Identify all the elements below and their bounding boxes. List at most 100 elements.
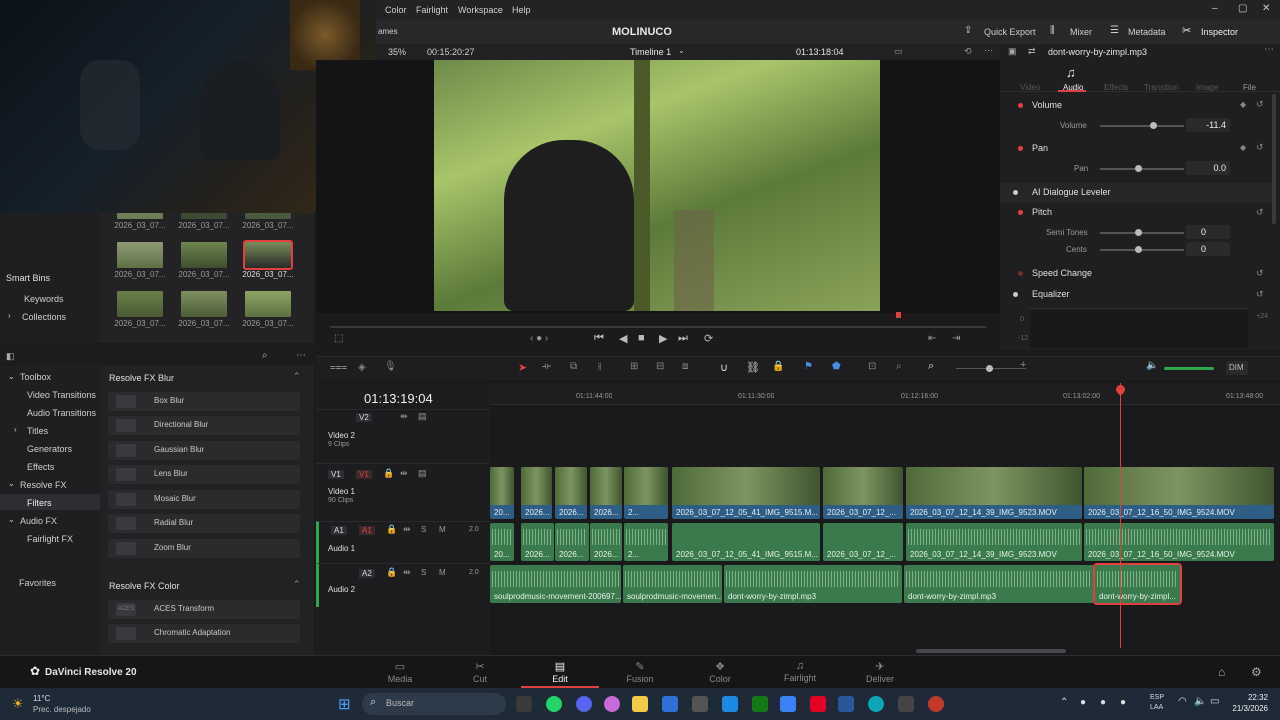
reset-icon[interactable]: ↺ — [1256, 99, 1264, 110]
video-clip[interactable]: 2... — [624, 467, 668, 519]
volume-slider-knob[interactable] — [1150, 122, 1157, 129]
audio-clip[interactable]: 2... — [624, 523, 668, 561]
mail-icon[interactable] — [780, 696, 796, 712]
audio-clip[interactable]: 2026_03_07_12_14_39_IMG_9523.MOV — [906, 523, 1082, 561]
lock-icon[interactable]: 🔒 — [386, 524, 397, 535]
zoom-fit-icon[interactable]: ⊡ — [868, 361, 876, 372]
zoom-slider-knob[interactable] — [986, 365, 993, 372]
minimize-icon[interactable]: – — [1212, 3, 1218, 14]
wifi-icon[interactable]: ◠ — [1178, 696, 1187, 707]
track-link-icon[interactable]: ⇹ — [400, 468, 408, 479]
fx-item[interactable]: Box Blur — [108, 392, 300, 411]
toolbox-item[interactable]: Toolbox — [20, 372, 51, 382]
clip-thumbnail[interactable] — [117, 242, 163, 268]
viewer-zoom[interactable]: 35% — [388, 47, 406, 57]
mark-out-icon[interactable]: ⇥ — [952, 333, 960, 344]
volume-field[interactable]: -11.4 — [1186, 118, 1230, 132]
menu-fairlight[interactable]: Fairlight — [416, 5, 448, 15]
loop-icon[interactable]: ⟲ — [964, 46, 972, 57]
outlook-icon[interactable] — [838, 696, 854, 712]
generators-item[interactable]: Generators — [27, 444, 72, 454]
timeline-scrollbar[interactable] — [916, 649, 1066, 653]
keyframe-icon[interactable]: ◆ — [1240, 143, 1246, 152]
stop-icon[interactable]: ■ — [638, 332, 645, 344]
more-options-icon[interactable]: ⋯ — [296, 350, 306, 361]
track-link-icon[interactable]: ⇹ — [403, 524, 411, 535]
snapping-icon[interactable]: ∪ — [720, 361, 728, 374]
clock-date[interactable]: 21/3/2026 — [1218, 704, 1268, 713]
store-icon[interactable] — [662, 696, 678, 712]
track-id[interactable]: A2 — [359, 569, 375, 578]
audio-clip[interactable]: 20... — [490, 523, 514, 561]
selected-clip-thumbnail[interactable] — [243, 240, 293, 270]
copilot-icon[interactable] — [604, 696, 620, 712]
timeline-area[interactable]: 01:11:44:00 01:11:30:00 01:12:16:00 01:1… — [490, 383, 1280, 655]
audio-fx-item[interactable]: Audio FX — [20, 516, 57, 526]
video-transitions-item[interactable]: Video Transitions — [27, 390, 96, 400]
effects-item[interactable]: Effects — [27, 462, 54, 472]
clip-thumbnail[interactable] — [245, 291, 291, 317]
video-clip[interactable]: 2026_03_07_12_05_41_IMG_9515.M... — [672, 467, 820, 519]
speaker-icon[interactable]: 🔈 — [1146, 360, 1158, 371]
pan-field[interactable]: 0.0 — [1186, 161, 1230, 175]
video-clip[interactable]: 2026... — [521, 467, 552, 519]
blade-tool-icon[interactable]: ⫲ — [598, 361, 601, 372]
timeline-playhead[interactable] — [1120, 383, 1121, 648]
zoom-in-icon[interactable]: + — [1020, 359, 1026, 371]
go-to-end-icon[interactable]: ⏭ — [678, 332, 688, 345]
viewer-scrubber[interactable] — [330, 326, 986, 328]
link-icon[interactable]: ⛓ — [746, 361, 760, 374]
tab-image[interactable]: Image — [1196, 83, 1218, 92]
clip-thumbnail[interactable] — [181, 242, 227, 268]
lock-icon[interactable]: 🔒 — [772, 361, 784, 372]
windows-start-icon[interactable]: ⊞ — [338, 695, 351, 713]
keywords-bin[interactable]: Keywords — [24, 294, 64, 304]
semitones-slider[interactable] — [1100, 229, 1184, 236]
volume-icon[interactable]: 🔈 — [1194, 696, 1206, 707]
enable-dot[interactable] — [1013, 190, 1018, 195]
zoom-slider[interactable] — [956, 365, 1026, 372]
audio-clip[interactable]: 2026... — [521, 523, 554, 561]
app-icon[interactable] — [898, 696, 914, 712]
reset-icon[interactable]: ↺ — [1256, 142, 1264, 153]
audio-clip[interactable]: 2026_03_07_12_05_41_IMG_9515.M... — [672, 523, 820, 561]
audio-clip[interactable]: 2026_03_07_12_16_50_IMG_9524.MOV — [1084, 523, 1274, 561]
video-clip[interactable]: 2026_03_07_12_... — [823, 467, 903, 519]
clock-time[interactable]: 22:32 — [1228, 693, 1268, 702]
dynamic-trim-icon[interactable]: ⧉ — [570, 361, 577, 372]
audio-clip[interactable]: 2026_03_07_12_... — [823, 523, 903, 561]
panel-toggle-icon[interactable]: ◧ — [6, 351, 15, 362]
music-note-icon[interactable]: ♫ — [1066, 65, 1076, 80]
reset-icon[interactable]: ↺ — [1256, 207, 1264, 218]
clip-thumbnail[interactable] — [181, 213, 227, 219]
track-screen-icon[interactable]: ▤ — [418, 411, 427, 422]
menu-help[interactable]: Help — [512, 5, 531, 15]
quick-export-button[interactable]: Quick Export — [984, 27, 1036, 37]
enable-dot[interactable] — [1018, 103, 1023, 108]
video-clip[interactable]: 2026_03_07_12_16_50_IMG_9524.MOV — [1084, 467, 1274, 519]
play-icon[interactable]: ▶ — [659, 332, 667, 345]
pinterest-icon[interactable] — [810, 696, 826, 712]
fx-item[interactable]: Zoom Blur — [108, 539, 300, 558]
davinci-resolve-icon[interactable] — [928, 696, 944, 712]
tab-video[interactable]: Video — [1020, 83, 1040, 92]
clip-thumbnail[interactable] — [181, 291, 227, 317]
track-link-icon[interactable]: ⇹ — [403, 567, 411, 578]
collections-bin[interactable]: Collections — [22, 312, 66, 322]
tray-icon[interactable]: ● — [1080, 697, 1086, 708]
audio-clip[interactable]: dont-worry-by-zimpl.mp3 — [904, 565, 1094, 603]
resolve-fx-item[interactable]: Resolve FX — [20, 480, 67, 490]
viewer-video-frame[interactable] — [434, 60, 880, 311]
chevron-down-icon[interactable]: ⌄ — [678, 46, 685, 55]
fairlight-fx-item[interactable]: Fairlight FX — [27, 534, 73, 544]
enable-dot[interactable] — [1018, 210, 1023, 215]
fx-item[interactable]: Mosaic Blur — [108, 490, 300, 509]
master-volume-slider[interactable] — [1164, 367, 1214, 370]
fx-item[interactable]: ACES ACES Transform — [108, 600, 300, 619]
lock-icon[interactable]: 🔒 — [383, 468, 394, 479]
replace-clip-icon[interactable]: ⧈ — [682, 361, 688, 372]
clip-thumbnail[interactable] — [245, 213, 291, 219]
audio-transitions-item[interactable]: Audio Transitions — [27, 408, 96, 418]
reset-icon[interactable]: ↺ — [1256, 268, 1264, 279]
page-media[interactable]: ▭ Media — [370, 660, 430, 684]
